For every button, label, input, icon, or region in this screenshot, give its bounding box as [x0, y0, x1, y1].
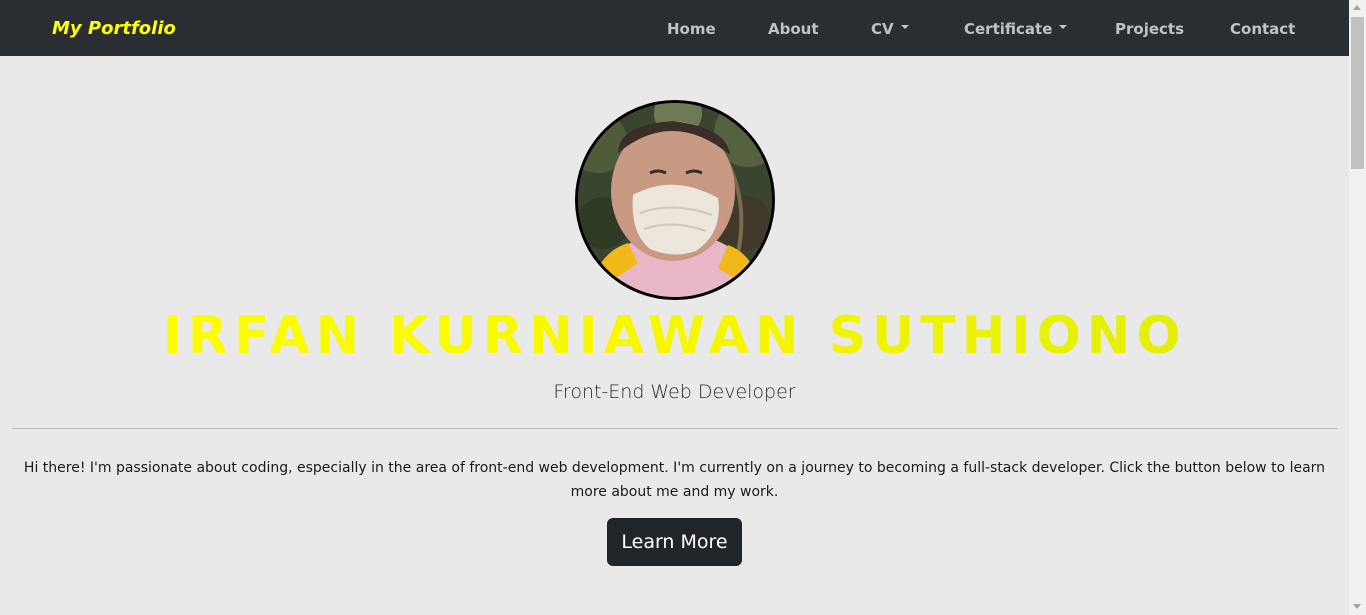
divider: [12, 428, 1337, 429]
nav-item-cv[interactable]: CV: [871, 18, 909, 40]
nav-item-label: Certificate: [964, 20, 1053, 38]
avatar: [575, 100, 775, 300]
hero-role: Front-End Web Developer: [553, 381, 796, 403]
nav-item-certificate[interactable]: Certificate: [964, 18, 1068, 40]
nav-item-label: Projects: [1115, 20, 1185, 38]
nav-item-contact[interactable]: Contact: [1230, 18, 1295, 40]
caret-down-icon: [900, 24, 909, 29]
nav-item-label: Home: [667, 20, 716, 38]
scroll-up-arrow-icon[interactable]: [1353, 5, 1361, 10]
caret-down-icon: [1059, 24, 1068, 29]
nav-item-label: About: [768, 20, 819, 38]
navbar: My Portfolio Home About CV Certificate P…: [0, 0, 1349, 56]
hero-intro: Hi there! I'm passionate about coding, e…: [23, 460, 1326, 500]
nav-item-about[interactable]: About: [768, 18, 819, 40]
profile-photo: [578, 103, 772, 297]
scroll-down-arrow-icon[interactable]: [1353, 604, 1361, 609]
nav-item-label: CV: [871, 20, 894, 38]
page: My Portfolio Home About CV Certificate P…: [0, 0, 1349, 615]
vertical-scrollbar[interactable]: [1349, 0, 1366, 615]
learn-more-button[interactable]: Learn More: [607, 518, 742, 566]
scroll-thumb[interactable]: [1351, 17, 1364, 169]
hero-name: IRFAN KURNIAWAN SUTHIONO: [0, 303, 1349, 369]
brand-link[interactable]: My Portfolio: [52, 16, 176, 42]
nav-item-home[interactable]: Home: [667, 18, 716, 40]
nav-item-label: Contact: [1230, 20, 1296, 38]
nav-item-projects[interactable]: Projects: [1115, 18, 1184, 40]
